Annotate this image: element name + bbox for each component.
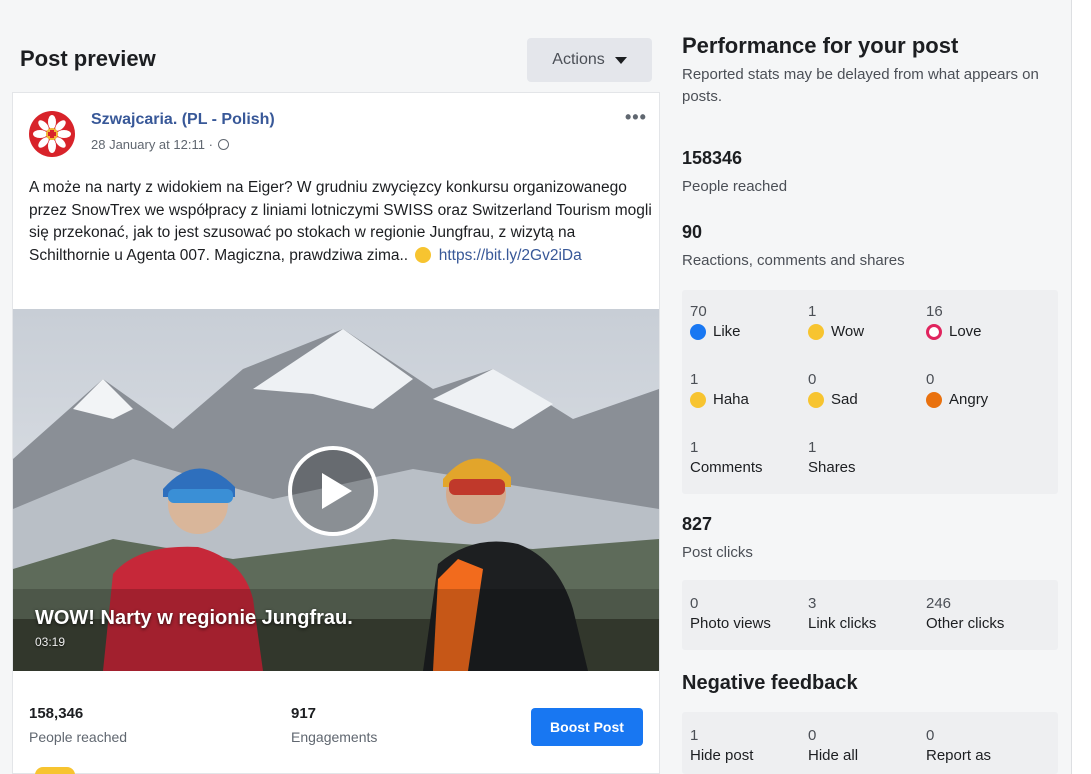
reaction-like: 70 Like <box>690 302 741 342</box>
reaction-haha: 1 Haha <box>690 370 749 410</box>
reaction-angry-label: Angry <box>949 391 989 408</box>
actions-label: Actions <box>552 51 605 68</box>
link-clicks-value: 3 <box>808 595 817 612</box>
post-message: A może na narty z widokiem na Eiger? W g… <box>29 177 655 267</box>
shares-count: 1 Shares <box>808 438 856 478</box>
reaction-sad-value: 0 <box>808 371 817 388</box>
page-avatar[interactable] <box>29 111 75 157</box>
video-player[interactable]: WOW! Narty w regionie Jungfrau. 03:19 <box>13 309 659 671</box>
post-link[interactable]: https://bit.ly/2Gv2iDa <box>439 247 582 264</box>
people-reached-label: People reached <box>29 729 128 745</box>
link-clicks: 3 Link clicks <box>808 594 876 634</box>
reaction-wow-label: Wow <box>831 323 865 340</box>
reaction-wow: 1 Wow <box>808 302 864 342</box>
post-preview-pane: Post preview Actions Szwajcaria. (PL - P… <box>0 0 666 774</box>
clicks-breakdown: 0 Photo views 3 Link clicks 246 Other cl… <box>682 580 1058 650</box>
post-date: 28 January at 12:11 · <box>91 137 229 152</box>
like-icon <box>690 324 706 340</box>
reaction-haha-value: 1 <box>690 371 699 388</box>
reaction-sad-label: Sad <box>831 391 858 408</box>
photo-views-label: Photo views <box>690 615 771 632</box>
actions-button[interactable]: Actions <box>527 38 652 82</box>
hide-all: 0 Hide all <box>808 726 858 766</box>
post-date-text: 28 January at 12:11 · <box>91 137 213 152</box>
reaction-angry-value: 0 <box>926 371 935 388</box>
negative-feedback-title: Negative feedback <box>682 672 858 694</box>
wow-icon <box>808 324 824 340</box>
reaction-love-value: 16 <box>926 303 943 320</box>
video-title: WOW! Narty w regionie Jungfrau. <box>35 607 353 629</box>
love-icon <box>926 324 942 340</box>
shares-value: 1 <box>808 439 817 456</box>
hide-post-label: Hide post <box>690 747 754 764</box>
more-options-icon[interactable]: ••• <box>625 107 647 128</box>
hide-all-value: 0 <box>808 727 817 744</box>
comments-count: 1 Comments <box>690 438 763 478</box>
reaction-like-label: Like <box>713 323 741 340</box>
report-as: 0 Report as <box>926 726 991 766</box>
engagements-value: 917 <box>291 705 317 722</box>
report-as-label: Report as <box>926 747 992 764</box>
reactions-total-label: Reactions, comments and shares <box>682 252 905 269</box>
other-clicks-label: Other clicks <box>926 615 1005 632</box>
engagements-label: Engagements <box>291 729 378 745</box>
video-duration: 03:19 <box>35 635 66 649</box>
other-clicks: 246 Other clicks <box>926 594 1004 634</box>
sad-icon <box>808 392 824 408</box>
shares-label: Shares <box>808 459 856 476</box>
reaction-sad: 0 Sad <box>808 370 858 410</box>
post-clicks-total: 827 <box>682 514 713 534</box>
photo-views-value: 0 <box>690 595 699 612</box>
comments-value: 1 <box>690 439 699 456</box>
hide-post-value: 1 <box>690 727 699 744</box>
reaction-love-label: Love <box>949 323 982 340</box>
other-clicks-value: 246 <box>926 595 952 612</box>
caret-down-icon <box>614 56 627 64</box>
angry-icon <box>926 392 942 408</box>
boost-post-button[interactable]: Boost Post <box>531 708 643 746</box>
post-clicks-label: Post clicks <box>682 544 753 561</box>
scrollbar[interactable] <box>1071 0 1091 774</box>
globe-icon <box>217 139 229 150</box>
people-reached-value: 158,346 <box>29 705 84 722</box>
play-button[interactable] <box>288 446 378 536</box>
page-name-link[interactable]: Szwajcaria. (PL - Polish) <box>91 111 275 129</box>
edelweiss-logo-icon <box>33 115 71 153</box>
reaction-wow-value: 1 <box>808 303 817 320</box>
reaction-love: 16 Love <box>926 302 982 342</box>
reaction-like-value: 70 <box>690 303 707 320</box>
reactions-total: 90 <box>682 222 703 242</box>
people-reached-total-label: People reached <box>682 178 788 195</box>
report-as-value: 0 <box>926 727 935 744</box>
performance-subtitle: Reported stats may be delayed from what … <box>682 66 1039 105</box>
play-icon <box>322 473 352 509</box>
link-clicks-label: Link clicks <box>808 615 877 632</box>
haha-icon <box>690 392 706 408</box>
performance-title: Performance for your post <box>682 33 959 58</box>
smile-emoji-icon <box>415 246 432 263</box>
reactions-breakdown: 70 Like 1 Wow 16 Love 1 Haha 0 Sad 0 Ang… <box>682 290 1058 494</box>
reaction-angry: 0 Angry <box>926 370 988 410</box>
negative-feedback-breakdown: 1 Hide post 0 Hide all 0 Report as <box>682 712 1058 774</box>
hide-all-label: Hide all <box>808 747 859 764</box>
post-card: Szwajcaria. (PL - Polish) 28 January at … <box>12 92 660 774</box>
photo-views: 0 Photo views <box>690 594 771 634</box>
comments-label: Comments <box>690 459 763 476</box>
reaction-icons-partial <box>35 767 75 774</box>
hide-post: 1 Hide post <box>690 726 753 766</box>
people-reached-total: 158346 <box>682 148 743 168</box>
reaction-haha-label: Haha <box>713 391 749 408</box>
post-preview-title: Post preview <box>20 46 156 71</box>
